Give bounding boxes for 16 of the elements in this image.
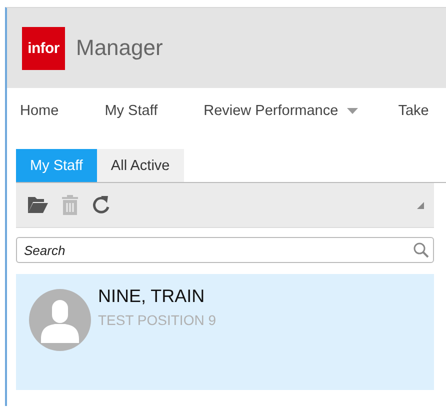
search-field[interactable]: Search	[16, 237, 434, 263]
logo: infor	[22, 26, 65, 70]
staff-name: NINE, TRAIN	[98, 286, 206, 307]
folder-icon[interactable]	[27, 196, 49, 214]
nav-item[interactable]: Home	[20, 103, 59, 119]
corner-arrow-icon[interactable]	[417, 202, 424, 209]
refresh-icon[interactable]	[91, 195, 111, 215]
tab[interactable]: All Active	[96, 149, 184, 182]
staff-position: TEST POSITION 9	[98, 312, 216, 328]
staff-card[interactable]: NINE, TRAIN TEST POSITION 9	[16, 274, 434, 390]
avatar-icon	[29, 289, 91, 351]
nav-item[interactable]: My Staff	[104, 103, 158, 119]
nav-item[interactable]: Review Performance	[204, 103, 358, 119]
search-icon[interactable]	[413, 242, 429, 258]
app-title: Manager	[76, 35, 163, 61]
nav-item[interactable]: Take	[398, 103, 429, 119]
